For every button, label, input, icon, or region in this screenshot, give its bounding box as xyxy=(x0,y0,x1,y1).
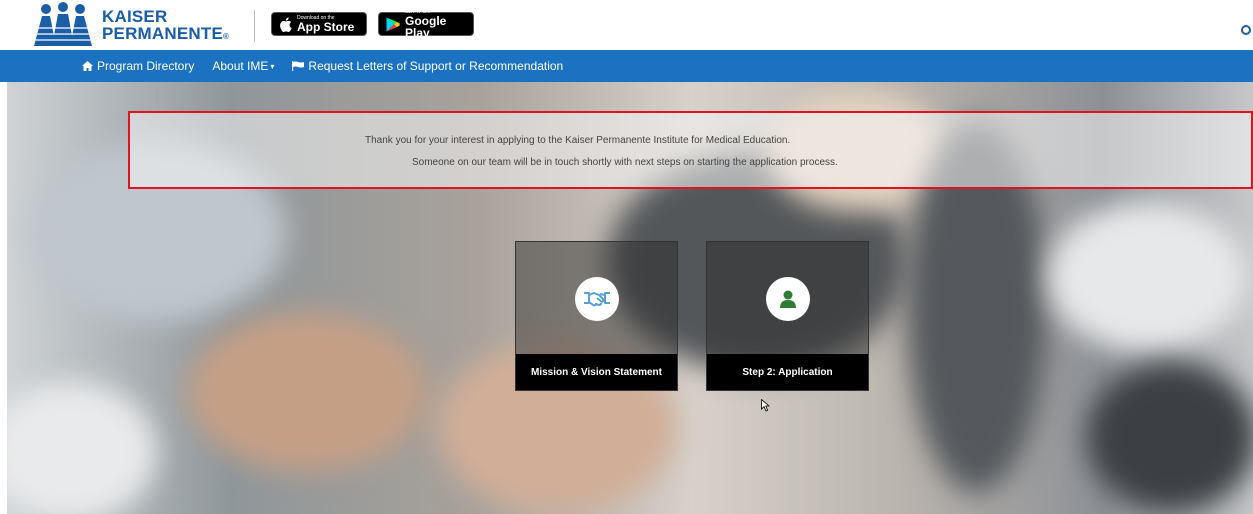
tile-mission-vision-label: Mission & Vision Statement xyxy=(516,354,677,390)
logo-line-2: PERMANENTE® xyxy=(102,25,229,45)
tile-step2-application[interactable]: Step 2: Application xyxy=(706,241,869,391)
logo-line-2-text: PERMANENTE xyxy=(102,24,224,43)
app-store-main: App Store xyxy=(297,20,355,34)
nav-request-letters-label: Request Letters of Support or Recommenda… xyxy=(308,59,564,73)
user-icon xyxy=(779,290,796,308)
registered-mark: ® xyxy=(223,32,230,41)
kaiser-logo[interactable]: KAISER PERMANENTE® xyxy=(32,2,242,48)
tile-icon-circle xyxy=(765,277,810,321)
nav-about-ime[interactable]: About IME ▾ xyxy=(212,59,274,73)
notice-line-2: Someone on our team will be in touch sho… xyxy=(412,157,838,168)
app-store-button[interactable]: Download on the App Store xyxy=(271,12,367,36)
flag-icon xyxy=(292,61,305,71)
header: KAISER PERMANENTE® Download on the App S… xyxy=(0,0,1253,50)
nav-request-letters[interactable]: Request Letters of Support or Recommenda… xyxy=(292,59,563,73)
google-play-main: Google Play xyxy=(405,14,447,40)
tile-step2-application-label: Step 2: Application xyxy=(707,354,868,390)
logo-line-1: KAISER xyxy=(102,7,168,26)
caret-down-icon: ▾ xyxy=(270,61,275,71)
nav-program-directory-label: Program Directory xyxy=(97,59,195,73)
home-icon xyxy=(82,61,93,71)
main-nav: Program Directory About IME ▾ Request Le… xyxy=(0,50,1253,82)
mouse-cursor-icon xyxy=(761,399,770,412)
globe-icon[interactable] xyxy=(1241,25,1251,35)
confirmation-notice: Thank you for your interest in applying … xyxy=(128,111,1253,189)
handshake-icon xyxy=(583,292,610,307)
logo-text: KAISER PERMANENTE® xyxy=(102,8,229,45)
tile-icon-circle xyxy=(574,277,619,321)
header-divider xyxy=(254,10,255,42)
tile-mission-vision[interactable]: Mission & Vision Statement xyxy=(515,241,678,391)
nav-program-directory[interactable]: Program Directory xyxy=(82,59,194,73)
page: KAISER PERMANENTE® Download on the App S… xyxy=(0,0,1253,514)
apple-icon xyxy=(279,16,292,32)
google-play-button[interactable]: GET IT ON Google Play xyxy=(378,9,474,40)
google-play-icon xyxy=(386,17,400,32)
notice-line-1: Thank you for your interest in applying … xyxy=(365,135,791,146)
logo-people-icon xyxy=(34,2,92,46)
nav-about-ime-label: About IME xyxy=(212,59,269,73)
